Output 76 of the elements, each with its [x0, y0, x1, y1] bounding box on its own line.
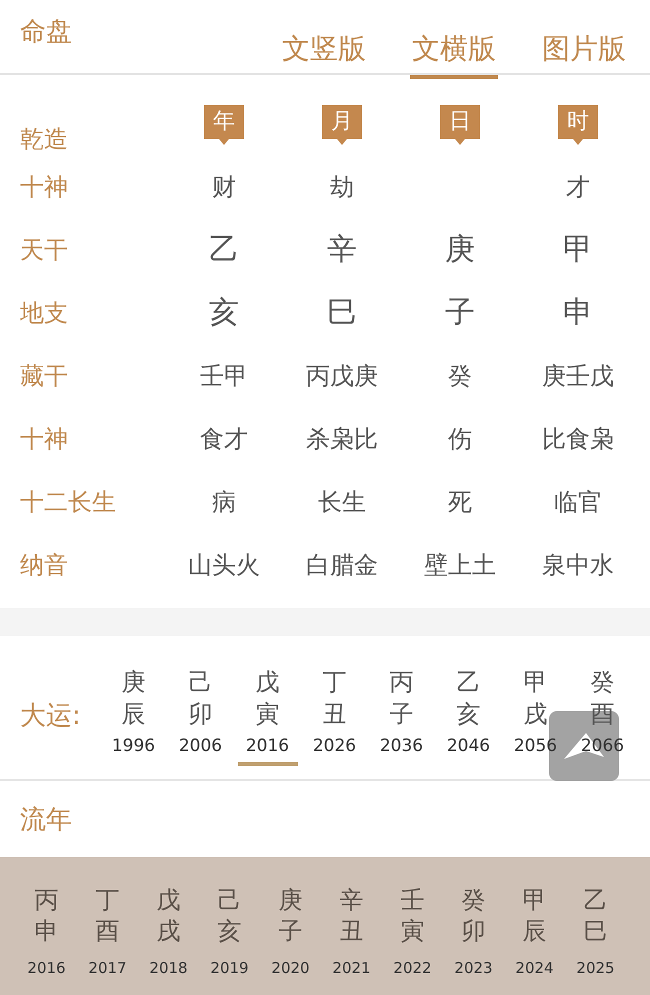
section-title: 流年 — [19, 804, 72, 836]
year-text[interactable]: 2056 — [514, 736, 558, 756]
ganzhi-text[interactable]: 癸 卯 — [462, 885, 486, 948]
year-text[interactable]: 2021 — [332, 959, 371, 978]
year-text[interactable]: 2017 — [88, 959, 127, 978]
row-label: 十神 — [19, 424, 69, 454]
pillar-badge: 日 — [440, 105, 480, 145]
year-text[interactable]: 1996 — [112, 736, 156, 756]
year-text[interactable]: 2019 — [210, 959, 249, 978]
year-text[interactable]: 2025 — [576, 959, 615, 978]
row-label: 乾造 — [19, 124, 69, 155]
table-cell-text: 比食枭 — [541, 424, 615, 454]
ganzhi-text[interactable]: 乙 亥 — [456, 667, 480, 730]
year-text[interactable]: 2023 — [454, 959, 493, 978]
table-cell-text: 泉中水 — [541, 550, 615, 580]
table-cell-text: 杀枭比 — [305, 424, 379, 454]
table-cell-text: 伤 — [447, 424, 473, 454]
table-cell-text: 白腊金 — [305, 550, 379, 580]
table-cell-text: 长生 — [317, 486, 367, 518]
section-label: 大运: — [19, 700, 82, 733]
ganzhi-text[interactable]: 庚 辰 — [122, 667, 146, 730]
table-cell-text: 劫 — [329, 172, 355, 202]
table-cell-text: 申 — [562, 294, 594, 332]
table-cell-text: 才 — [565, 172, 591, 202]
row-label: 纳音 — [19, 550, 69, 580]
ganzhi-text[interactable]: 壬 寅 — [400, 885, 424, 948]
ganzhi-text[interactable]: 丁 丑 — [322, 667, 346, 730]
ganzhi-text[interactable]: 戊 戌 — [156, 885, 180, 948]
row-label: 天干 — [19, 234, 69, 266]
table-cell-text: 死 — [447, 486, 473, 518]
year-text[interactable]: 2020 — [271, 959, 310, 978]
ganzhi-text[interactable]: 庚 子 — [278, 885, 302, 948]
ganzhi-text[interactable]: 甲 辰 — [522, 885, 546, 948]
ganzhi-text[interactable]: 己 卯 — [188, 667, 212, 730]
year-text[interactable]: 2046 — [446, 736, 490, 756]
year-text[interactable]: 2026 — [312, 736, 356, 756]
row-label: 藏干 — [19, 360, 69, 392]
ganzhi-text[interactable]: 甲 戌 — [524, 667, 548, 730]
ganzhi-text[interactable]: 乙 巳 — [584, 885, 608, 948]
table-cell-text: 病 — [211, 486, 237, 518]
ganzhi-text[interactable]: 丙 申 — [34, 885, 58, 948]
year-text[interactable]: 2018 — [149, 959, 188, 978]
year-text[interactable]: 2022 — [393, 959, 432, 978]
year-text[interactable]: 2016 — [246, 736, 290, 756]
row-label: 十二长生 — [19, 486, 117, 518]
year-text[interactable]: 2024 — [515, 959, 554, 978]
table-cell-text: 庚 — [444, 231, 476, 269]
table-cell-text: 乙 — [208, 231, 240, 269]
year-text[interactable]: 2036 — [380, 736, 424, 756]
page-title: 命盘 — [20, 16, 73, 49]
ganzhi-text[interactable]: 己 亥 — [218, 885, 242, 948]
table-cell-text: 临官 — [553, 486, 603, 518]
table-cell-text: 亥 — [208, 294, 240, 332]
table-cell-text: 财 — [211, 172, 237, 202]
table-cell-text: 甲 — [562, 231, 594, 269]
table-cell-text: 山头火 — [187, 550, 261, 580]
pillar-badge: 月 — [322, 105, 362, 145]
table-cell-text: 壬甲 — [199, 360, 249, 392]
table-cell-text: 巳 — [326, 294, 358, 332]
ganzhi-text[interactable]: 戊 寅 — [256, 667, 280, 730]
table-cell-text: 丙戊庚 — [305, 360, 379, 392]
pillar-badge: 时 — [558, 105, 598, 145]
ganzhi-text[interactable]: 辛 丑 — [340, 885, 364, 948]
table-cell-text: 食才 — [199, 424, 249, 454]
table-cell-text: 壁上土 — [423, 550, 497, 580]
ganzhi-text[interactable]: 丁 酉 — [96, 885, 120, 948]
pillar-badge: 年 — [204, 105, 244, 145]
year-text[interactable]: 2006 — [178, 736, 222, 756]
table-cell-text: 子 — [444, 294, 476, 332]
row-label: 十神 — [19, 172, 69, 202]
table-cell-text: 庚壬戊 — [541, 360, 615, 392]
row-label: 地支 — [19, 298, 69, 328]
ganzhi-text[interactable]: 丙 子 — [390, 667, 414, 730]
year-text[interactable]: 2016 — [27, 959, 66, 978]
table-cell-text: 癸 — [447, 360, 473, 392]
table-cell-text: 辛 — [326, 231, 358, 269]
